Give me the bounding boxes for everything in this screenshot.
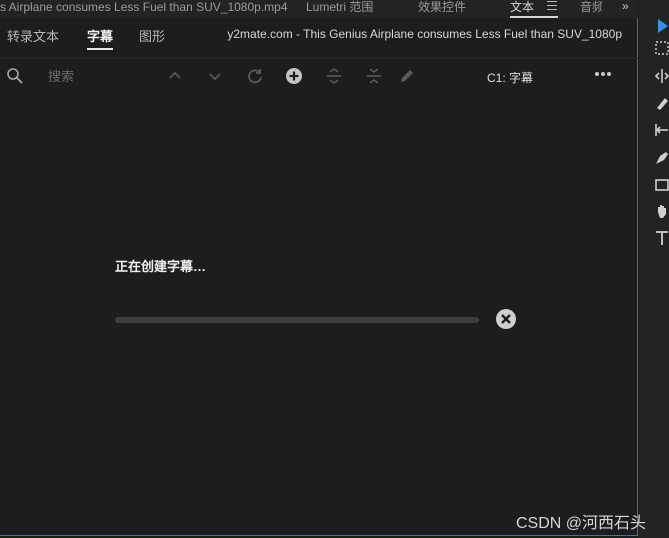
split-icon[interactable] <box>325 67 343 85</box>
tab-captions[interactable]: 字幕 <box>87 26 114 50</box>
hand-tool-icon[interactable] <box>654 203 669 219</box>
panel-tab-bar: s Airplane consumes Less Fuel than SUV_1… <box>0 0 638 18</box>
selection-tool-icon[interactable] <box>655 18 669 34</box>
subtab-bar: 转录文本 字幕 图形 y2mate.com - This Genius Airp… <box>0 18 638 52</box>
tab-text-label: 文本 <box>510 0 535 14</box>
watermark: CSDN @河西石头 <box>516 515 647 532</box>
more-tabs-icon[interactable]: » <box>622 0 629 13</box>
refresh-icon[interactable] <box>246 67 264 85</box>
chevron-up-icon[interactable] <box>166 67 184 85</box>
chevron-down-icon[interactable] <box>206 67 224 85</box>
sequence-title: y2mate.com - This Genius Airplane consum… <box>227 27 622 41</box>
search-input[interactable] <box>36 65 146 87</box>
tab-graphics[interactable]: 图形 <box>139 26 165 45</box>
caption-track-label[interactable]: C1: 字幕 <box>487 69 533 86</box>
status-message: 正在创建字幕… <box>115 259 207 274</box>
captions-toolbar: C1: 字幕 <box>0 58 638 92</box>
search-icon[interactable] <box>6 67 24 85</box>
cancel-circle-icon[interactable] <box>496 309 516 329</box>
slip-tool-icon[interactable] <box>654 122 669 138</box>
rectangle-tool-icon[interactable] <box>654 177 669 193</box>
razor-tool-icon[interactable] <box>654 95 669 111</box>
more-dots-icon[interactable] <box>595 72 613 78</box>
pen-tool-icon[interactable] <box>654 150 669 166</box>
tab-audio[interactable]: 音频 <box>580 0 602 18</box>
track-select-tool-icon[interactable] <box>654 40 669 56</box>
panel-menu-icon[interactable] <box>547 1 557 11</box>
tab-transcript[interactable]: 转录文本 <box>7 26 59 45</box>
tab-source-file[interactable]: s Airplane consumes Less Fuel than SUV_1… <box>0 0 288 18</box>
progress-bar <box>115 317 479 323</box>
merge-icon[interactable] <box>365 67 383 85</box>
add-circle-icon[interactable] <box>285 67 303 85</box>
pencil-icon[interactable] <box>398 67 416 85</box>
text-panel: 转录文本 字幕 图形 y2mate.com - This Genius Airp… <box>0 18 638 536</box>
type-tool-icon[interactable] <box>654 230 669 246</box>
tools-panel <box>639 0 669 538</box>
ripple-edit-tool-icon[interactable] <box>654 68 669 84</box>
tab-effect-controls[interactable]: 效果控件 <box>418 0 466 18</box>
tab-lumetri-scopes[interactable]: Lumetri 范围 <box>306 0 373 18</box>
